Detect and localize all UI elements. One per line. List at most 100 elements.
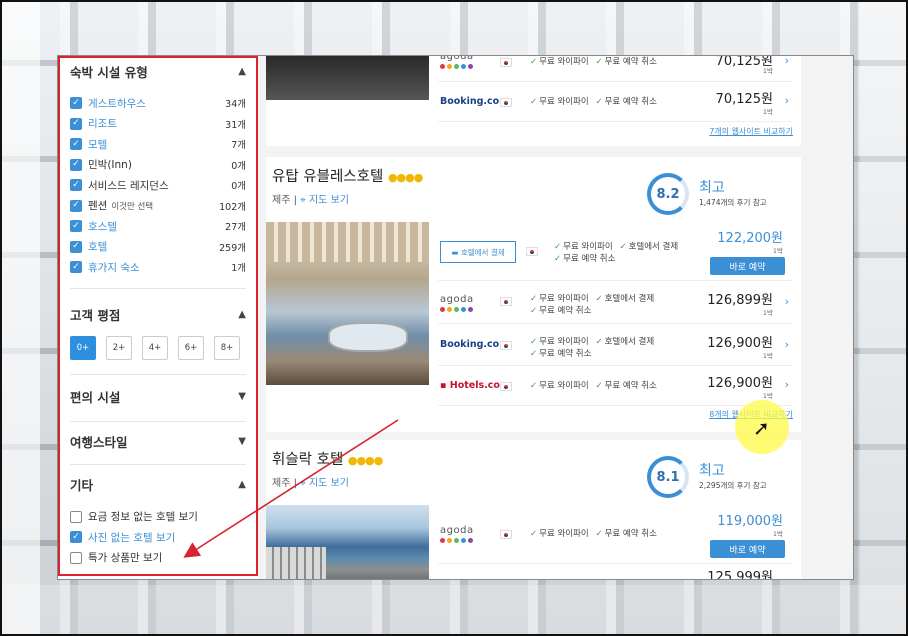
lodging-option[interactable]: ✓ 호스텔 27개	[70, 216, 246, 237]
offer-row[interactable]: agoda ✓ 무료 와이파이 ✓ 무료 예약 취소 119,000원 1박 바로 …	[438, 508, 793, 564]
lodging-option-label: 호스텔	[88, 220, 117, 233]
compare-sites-link[interactable]: 7개의 웹사이트 비교하기	[709, 126, 793, 137]
offer-row[interactable]: Booking.com ✓ 무료 와이파이 ✓ 무료 예약 취소 70,125원 1…	[438, 82, 793, 122]
offer-features: ✓ 무료 와이파이 ✓ 호텔에서 결제 ✓ 무료 예약 취소	[554, 242, 679, 264]
per-night: 1박	[762, 309, 773, 317]
chevron-up-icon[interactable]: ▲	[238, 479, 246, 490]
checkbox[interactable]: ✓	[70, 261, 82, 274]
map-link[interactable]: 지도 보기	[309, 478, 349, 489]
checkbox[interactable]: ✓	[70, 199, 82, 212]
map-pin-icon: ⌖	[300, 195, 306, 206]
lodging-option-label: 민박(Inn)	[88, 159, 132, 172]
lodging-option[interactable]: ✓ 호텔 259개	[70, 237, 246, 258]
checkbox[interactable]: ✓	[70, 138, 82, 151]
checkbox[interactable]	[70, 510, 82, 523]
lodging-option-label: 서비스드 레지던스	[88, 179, 169, 192]
checkbox[interactable]: ✓	[70, 158, 82, 171]
map-link[interactable]: 지도 보기	[309, 195, 349, 206]
checkbox[interactable]: ✓	[70, 240, 82, 253]
chevron-down-icon[interactable]: ▼	[238, 436, 246, 447]
lodging-option[interactable]: ✓ 서비스드 레지던스 0개	[70, 175, 246, 196]
etc-title: 기타	[70, 478, 94, 493]
booking-logo: Booking.com	[440, 339, 510, 350]
checkbox[interactable]: ✓	[70, 220, 82, 233]
rating-option-button[interactable]: 2+	[106, 335, 132, 360]
rating-option-button[interactable]: 0+	[70, 335, 96, 360]
offer-row[interactable]: agoda ✓ 무료 와이파이 ✓ 호텔에서 결제 ✓ 무료 예약 취소 126,89…	[438, 281, 793, 324]
amenities-title: 편의 시설	[70, 390, 121, 405]
offer-row[interactable]: 125,999원	[438, 564, 793, 580]
lodging-option-label: 모텔	[88, 138, 108, 151]
lodging-option-label: 펜션 이것만 선택	[88, 200, 154, 213]
pergola	[266, 222, 429, 262]
lodging-option-label: 호텔	[88, 241, 108, 254]
lodging-option[interactable]: ✓ 휴가지 숙소 1개	[70, 257, 246, 278]
offer-row[interactable]: Booking.com ✓ 무료 와이파이 ✓ 호텔에서 결제 ✓ 무료 예약 취소 …	[438, 324, 793, 366]
rating-option-button[interactable]: 6+	[178, 335, 204, 360]
lodging-option-label: 휴가지 숙소	[88, 261, 140, 274]
star-rating: ●●●●	[387, 171, 423, 184]
offer-row[interactable]: ▬ 호텔에서 결제 ✓ 무료 와이파이 ✓ 호텔에서 결제 ✓ 무료 예약 취소 12…	[438, 225, 793, 281]
checkbox[interactable]: ✓	[70, 531, 82, 544]
chevron-up-icon[interactable]: ▲	[238, 309, 246, 320]
building-column	[0, 0, 40, 636]
chevron-right-icon[interactable]: ›	[785, 295, 789, 308]
checkbox[interactable]: ✓	[70, 97, 82, 110]
lodging-option-count: 0개	[231, 181, 246, 193]
rating-option-button[interactable]: 8+	[214, 335, 240, 360]
chevron-right-icon[interactable]: ›	[785, 56, 789, 67]
lodging-option-label: 리조트	[88, 118, 117, 131]
checkbox[interactable]: ✓	[70, 179, 82, 192]
rating-option-button[interactable]: 4+	[142, 335, 168, 360]
etc-option[interactable]: 특가 상품만 보기	[70, 548, 246, 569]
filter-sidebar: 숙박 시설 유형 ▲ ✓ 게스트하우스 34개 ✓ 리조트 31개 ✓ 모텔 7개 ✓ 민박(Inn…	[58, 56, 258, 576]
hotel-photo[interactable]	[266, 222, 429, 385]
offer-row[interactable]: ▪ Hotels.com ✓ 무료 와이파이 ✓ 무료 예약 취소 126,900원…	[438, 366, 793, 406]
lodging-option-count: 102개	[219, 201, 246, 213]
offer-row[interactable]: agoda ✓ 무료 와이파이 ✓ 무료 예약 취소 70,125원 1박 ›	[438, 56, 793, 82]
hotel-name[interactable]: 유탑 유블레스호텔 ●●●●	[272, 165, 423, 186]
score-word: 최고	[699, 463, 725, 479]
lodging-option[interactable]: ✓ 게스트하우스 34개	[70, 93, 246, 114]
chevron-right-icon[interactable]: ›	[785, 338, 789, 351]
offer-features: ✓ 무료 와이파이 ✓ 무료 예약 취소	[530, 381, 657, 391]
book-now-button[interactable]: 바로 예약	[710, 540, 785, 558]
rating-header[interactable]: 고객 평점 ▲	[70, 305, 246, 324]
mouse-cursor-icon: ➚	[753, 416, 770, 440]
etc-option[interactable]: 요금 정보 없는 호텔 보기	[70, 507, 246, 528]
hotel-photo[interactable]	[266, 56, 429, 100]
chevron-down-icon[interactable]: ▼	[238, 391, 246, 402]
korea-flag-icon	[500, 382, 512, 391]
etc-header[interactable]: 기타 ▲	[70, 475, 246, 495]
korea-flag-icon	[500, 297, 512, 306]
hotel-card: 휘슬락 호텔 ●●●● 제주 | ⌖ 지도 보기 8.1 최고 2,295개의 …	[266, 440, 801, 580]
lodging-option-count: 27개	[225, 222, 246, 234]
chevron-right-icon[interactable]: ›	[785, 378, 789, 391]
etc-list: 요금 정보 없는 호텔 보기 ✓ 사진 없는 호텔 보기 특가 상품만 보기	[70, 507, 246, 569]
amenities-header[interactable]: 편의 시설 ▼	[70, 387, 246, 407]
lodging-option[interactable]: ✓ 펜션 이것만 선택 102개	[70, 196, 246, 217]
hotel-name[interactable]: 휘슬락 호텔 ●●●●	[272, 448, 383, 469]
offer-price: 125,999원	[707, 570, 773, 580]
review-count[interactable]: 1,474개의 후기 참고	[699, 197, 767, 208]
korea-flag-icon	[500, 58, 512, 67]
travel-style-header[interactable]: 여행스타일 ▼	[70, 432, 246, 452]
chevron-up-icon[interactable]: ▲	[238, 66, 246, 77]
offer-price: 126,900원	[707, 336, 773, 351]
review-count[interactable]: 2,295개의 후기 참고	[699, 480, 767, 491]
chevron-right-icon[interactable]: ›	[785, 94, 789, 107]
lodging-option[interactable]: ✓ 리조트 31개	[70, 114, 246, 135]
lodging-option[interactable]: ✓ 모텔 7개	[70, 134, 246, 155]
only-this-link[interactable]: 이것만 선택	[111, 202, 153, 212]
lodging-type-header[interactable]: 숙박 시설 유형 ▲	[70, 62, 246, 80]
score-ring: 8.2	[647, 173, 689, 215]
travel-style-title: 여행스타일	[70, 435, 128, 450]
etc-option[interactable]: ✓ 사진 없는 호텔 보기	[70, 527, 246, 548]
lodging-option-count: 7개	[231, 140, 246, 152]
book-now-button[interactable]: 바로 예약	[710, 257, 785, 275]
hotel-photo[interactable]	[266, 505, 429, 579]
checkbox[interactable]	[70, 551, 82, 564]
checkbox[interactable]: ✓	[70, 117, 82, 130]
rating-options: 0+ 2+ 4+ 6+ 8+	[70, 335, 246, 360]
lodging-option[interactable]: ✓ 민박(Inn) 0개	[70, 155, 246, 176]
